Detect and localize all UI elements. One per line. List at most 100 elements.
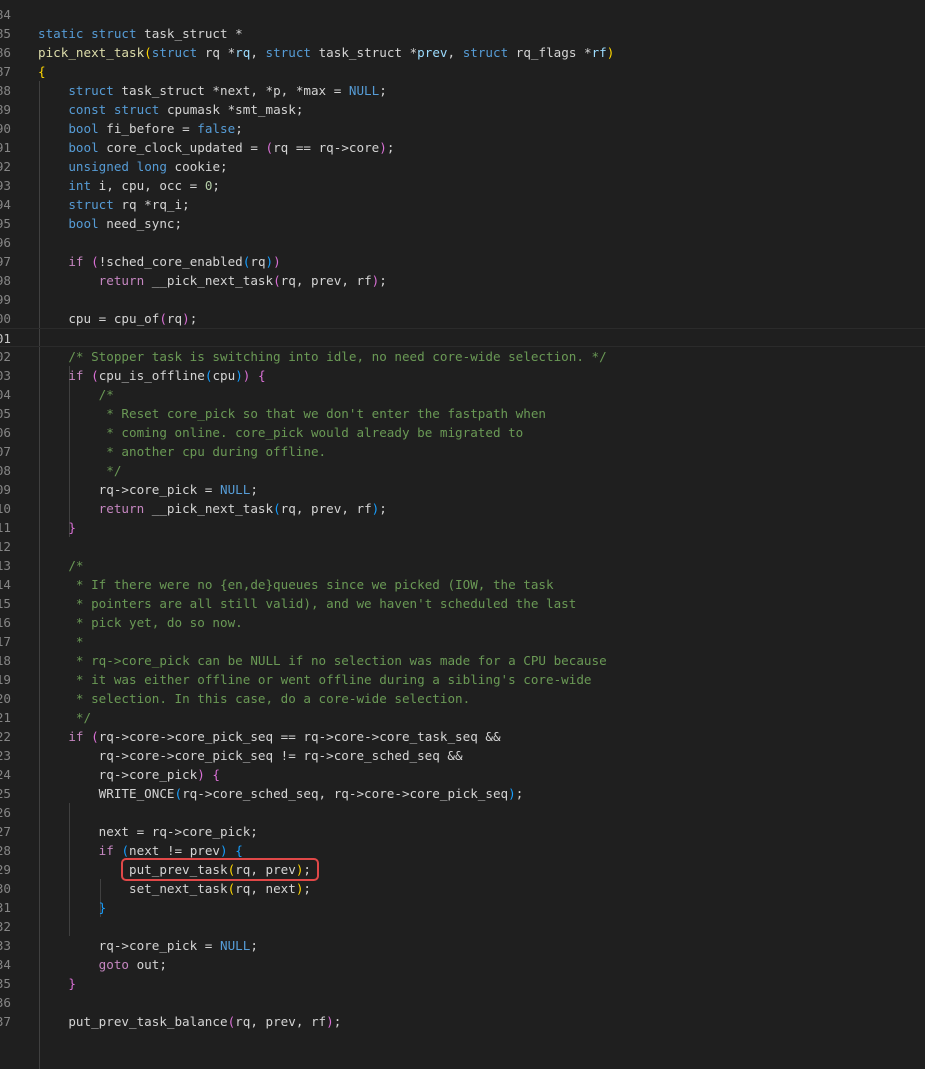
code-token: struct xyxy=(113,101,160,117)
code-line[interactable]: 101 xyxy=(0,327,925,347)
line-number: 111 xyxy=(0,519,11,535)
code-line[interactable]: 132 xyxy=(0,917,925,936)
code-text: next = rq->core_pick; xyxy=(38,822,258,841)
line-number: 115 xyxy=(0,595,11,611)
code-token: /* Stopper task is switching into idle, … xyxy=(68,348,607,364)
code-token: /* xyxy=(98,386,114,402)
code-line[interactable]: 133 rq->core_pick = NULL; xyxy=(0,936,925,955)
code-line[interactable]: 84 xyxy=(0,5,925,24)
code-text: unsigned long cookie; xyxy=(38,157,228,176)
code-line[interactable]: 94 struct rq *rq_i; xyxy=(0,195,925,214)
line-number: 104 xyxy=(0,386,11,402)
line-number: 95 xyxy=(0,215,11,231)
code-line[interactable]: 108 */ xyxy=(0,461,925,480)
code-line[interactable]: 115 * pointers are all still valid), and… xyxy=(0,594,925,613)
code-line[interactable]: 110 return __pick_next_task(rq, prev, rf… xyxy=(0,499,925,518)
code-token: rq_flags * xyxy=(508,44,592,60)
code-line[interactable]: 87 { xyxy=(0,62,925,81)
code-line[interactable]: 91 bool core_clock_updated = (rq == rq->… xyxy=(0,138,925,157)
code-text: */ xyxy=(38,461,121,480)
code-line[interactable]: 125 WRITE_ONCE(rq->core_sched_seq, rq->c… xyxy=(0,784,925,803)
line-number: 127 xyxy=(0,823,11,839)
code-token: ; xyxy=(235,120,243,136)
code-text: * another cpu during offline. xyxy=(38,442,326,461)
code-text: goto out; xyxy=(38,955,167,974)
code-line[interactable]: 112 xyxy=(0,537,925,556)
code-line[interactable]: 113 /* xyxy=(0,556,925,575)
line-number: 117 xyxy=(0,633,11,649)
code-line[interactable]: 122 if (rq->core->core_pick_seq == rq->c… xyxy=(0,727,925,746)
code-token: long xyxy=(136,158,167,174)
line-number: 87 xyxy=(0,63,11,79)
code-line[interactable]: 126 xyxy=(0,803,925,822)
code-line[interactable]: 97 if (!sched_core_enabled(rq)) xyxy=(0,252,925,271)
line-number: 134 xyxy=(0,956,11,972)
code-line[interactable]: 99 xyxy=(0,290,925,309)
code-line[interactable]: 130 set_next_task(rq, next); xyxy=(0,879,925,898)
code-line[interactable]: 111 } xyxy=(0,518,925,537)
code-line[interactable]: 96 xyxy=(0,233,925,252)
code-token: * it was either offline or went offline … xyxy=(68,671,592,687)
code-line[interactable]: 89 const struct cpumask *smt_mask; xyxy=(0,100,925,119)
code-token: * If there were no {en,de}queues since w… xyxy=(68,576,554,592)
code-token: !sched_core_enabled xyxy=(98,253,243,269)
code-line[interactable]: 124 rq->core_pick) { xyxy=(0,765,925,784)
code-text: struct task_struct *next, *p, *max = NUL… xyxy=(38,81,386,100)
code-line[interactable]: 93 int i, cpu, occ = 0; xyxy=(0,176,925,195)
code-line[interactable]: 117 * xyxy=(0,632,925,651)
code-line[interactable]: 85 static struct task_struct * xyxy=(0,24,925,43)
code-line[interactable]: 102 /* Stopper task is switching into id… xyxy=(0,347,925,366)
code-token: need_sync; xyxy=(98,215,183,231)
code-line[interactable]: 90 bool fi_before = false; xyxy=(0,119,925,138)
code-token: pick_next_task xyxy=(38,44,145,60)
code-line[interactable]: 100 cpu = cpu_of(rq); xyxy=(0,309,925,328)
code-line[interactable]: 120 * selection. In this case, do a core… xyxy=(0,689,925,708)
code-line[interactable]: 92 unsigned long cookie; xyxy=(0,157,925,176)
code-line[interactable]: 135 } xyxy=(0,974,925,993)
code-token: rq xyxy=(235,44,251,60)
code-token: ; xyxy=(250,937,258,953)
code-line[interactable]: 119 * it was either offline or went offl… xyxy=(0,670,925,689)
line-number: 88 xyxy=(0,82,11,98)
code-line[interactable]: 136 xyxy=(0,993,925,1012)
code-token: rq->core->core_pick_seq != rq->core_sche… xyxy=(38,747,463,763)
line-number: 93 xyxy=(0,177,11,193)
line-number: 122 xyxy=(0,728,11,744)
code-line[interactable]: 106 * coming online. core_pick would alr… xyxy=(0,423,925,442)
code-line[interactable]: 134 goto out; xyxy=(0,955,925,974)
code-text: if (!sched_core_enabled(rq)) xyxy=(38,252,280,271)
code-token: rq, prev, rf xyxy=(235,1013,327,1029)
code-line[interactable]: 105 * Reset core_pick so that we don't e… xyxy=(0,404,925,423)
code-line[interactable]: 127 next = rq->core_pick; xyxy=(0,822,925,841)
code-line[interactable]: 107 * another cpu during offline. xyxy=(0,442,925,461)
line-number: 135 xyxy=(0,975,11,991)
code-text: rq->core_pick = NULL; xyxy=(38,480,258,499)
code-line[interactable]: 88 struct task_struct *next, *p, *max = … xyxy=(0,81,925,100)
code-line[interactable]: 95 bool need_sync; xyxy=(0,214,925,233)
code-line[interactable]: 98 return __pick_next_task(rq, prev, rf)… xyxy=(0,271,925,290)
code-editor[interactable]: 84 85 static struct task_struct * 86 pick_ne… xyxy=(0,0,925,1069)
code-line[interactable]: 123 rq->core->core_pick_seq != rq->core_… xyxy=(0,746,925,765)
code-token: const xyxy=(68,101,107,117)
code-line[interactable]: 116 * pick yet, do so now. xyxy=(0,613,925,632)
code-token: ; xyxy=(333,1013,342,1029)
code-token: cookie; xyxy=(166,158,228,174)
code-line[interactable]: 131 } xyxy=(0,898,925,917)
code-line[interactable]: 137 put_prev_task_balance(rq, prev, rf); xyxy=(0,1012,925,1031)
code-text: * selection. In this case, do a core-wid… xyxy=(38,689,470,708)
code-token: ; xyxy=(250,481,258,497)
code-line[interactable]: 114 * If there were no {en,de}queues sin… xyxy=(0,575,925,594)
code-line[interactable]: 128 if (next != prev) { xyxy=(0,841,925,860)
code-line[interactable]: 118 * rq->core_pick can be NULL if no se… xyxy=(0,651,925,670)
code-line[interactable]: 103 if (cpu_is_offline(cpu)) { xyxy=(0,366,925,385)
code-line[interactable]: 121 */ xyxy=(0,708,925,727)
code-line[interactable]: 104 /* xyxy=(0,385,925,404)
code-line[interactable]: 86pick_next_task(struct rq *rq, struct t… xyxy=(0,43,925,62)
code-line[interactable]: 109 rq->core_pick = NULL; xyxy=(0,480,925,499)
code-token: __pick_next_task xyxy=(144,272,274,288)
